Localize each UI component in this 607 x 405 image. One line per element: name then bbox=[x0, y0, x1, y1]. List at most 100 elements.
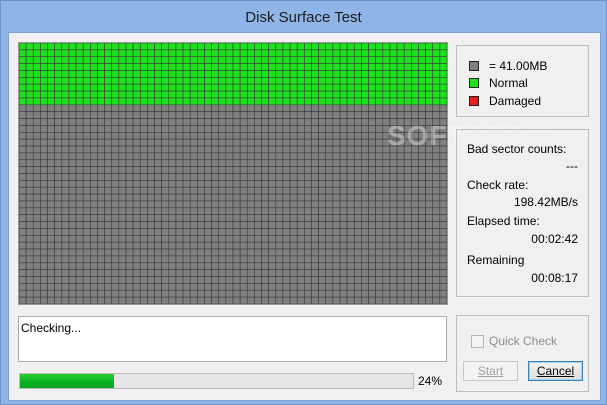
normal-block bbox=[61, 49, 70, 58]
cancel-button[interactable]: Cancel bbox=[528, 361, 583, 381]
unchecked-block bbox=[332, 241, 341, 250]
normal-block bbox=[289, 70, 298, 78]
unchecked-block bbox=[254, 200, 262, 209]
unchecked-block bbox=[19, 221, 27, 229]
unchecked-block bbox=[204, 296, 212, 304]
normal-block bbox=[325, 49, 334, 58]
normal-block bbox=[439, 43, 447, 51]
unchecked-block bbox=[361, 152, 369, 161]
unchecked-block bbox=[254, 262, 262, 270]
unchecked-block bbox=[311, 248, 319, 257]
normal-block bbox=[382, 70, 391, 78]
unchecked-block bbox=[411, 186, 419, 195]
normal-block bbox=[239, 83, 248, 92]
unchecked-block bbox=[439, 159, 447, 167]
unchecked-block bbox=[411, 269, 419, 277]
unchecked-block bbox=[32, 118, 41, 126]
unchecked-block bbox=[147, 173, 155, 181]
unchecked-block bbox=[275, 207, 284, 216]
normal-block bbox=[382, 90, 391, 99]
unchecked-block bbox=[75, 166, 84, 174]
unchecked-block bbox=[232, 228, 241, 236]
normal-block bbox=[375, 43, 384, 51]
unchecked-block bbox=[139, 241, 148, 250]
normal-block bbox=[361, 43, 369, 51]
normal-block bbox=[19, 97, 27, 106]
unchecked-block bbox=[225, 221, 234, 229]
unchecked-block bbox=[304, 276, 312, 284]
unchecked-block bbox=[439, 235, 447, 243]
unchecked-block bbox=[268, 283, 277, 291]
quick-check-option[interactable]: Quick Check bbox=[471, 334, 557, 348]
quick-check-checkbox[interactable] bbox=[471, 334, 484, 348]
unchecked-block bbox=[318, 104, 327, 112]
unchecked-block bbox=[346, 173, 355, 181]
unchecked-block bbox=[118, 228, 127, 236]
unchecked-block bbox=[232, 248, 241, 257]
normal-block bbox=[268, 90, 277, 99]
unchecked-block bbox=[61, 248, 70, 257]
unchecked-block bbox=[40, 207, 48, 216]
unchecked-block bbox=[68, 152, 77, 161]
unchecked-block bbox=[339, 248, 348, 257]
unchecked-block bbox=[254, 173, 262, 181]
unchecked-block bbox=[218, 138, 227, 147]
unchecked-block bbox=[139, 207, 148, 216]
unchecked-block bbox=[125, 269, 134, 277]
unchecked-block bbox=[289, 248, 298, 257]
unchecked-block bbox=[275, 235, 284, 243]
normal-block bbox=[254, 77, 262, 85]
normal-block bbox=[19, 56, 27, 64]
normal-block bbox=[439, 90, 447, 99]
unchecked-block bbox=[411, 104, 419, 112]
unchecked-block bbox=[296, 269, 305, 277]
unchecked-block bbox=[111, 248, 120, 257]
unchecked-block bbox=[289, 125, 298, 133]
unchecked-block bbox=[396, 166, 405, 174]
unchecked-block bbox=[382, 173, 391, 181]
unchecked-block bbox=[339, 262, 348, 270]
unchecked-block bbox=[218, 296, 227, 304]
unchecked-block bbox=[75, 145, 84, 154]
unchecked-block bbox=[25, 255, 34, 264]
unchecked-block bbox=[154, 221, 162, 229]
unchecked-block bbox=[218, 152, 227, 161]
unchecked-block bbox=[82, 173, 91, 181]
unchecked-block bbox=[432, 159, 441, 167]
unchecked-block bbox=[432, 125, 441, 133]
start-button[interactable]: Start bbox=[463, 361, 518, 381]
unchecked-block bbox=[261, 296, 269, 304]
unchecked-block bbox=[68, 111, 77, 119]
normal-block bbox=[353, 77, 362, 85]
unchecked-block bbox=[282, 138, 291, 147]
unchecked-block bbox=[147, 180, 155, 188]
unchecked-block bbox=[304, 207, 312, 216]
title-bar[interactable]: Disk Surface Test bbox=[1, 1, 606, 33]
normal-block bbox=[275, 49, 284, 58]
unchecked-block bbox=[432, 152, 441, 161]
unchecked-block bbox=[282, 131, 291, 140]
status-log[interactable]: Checking... bbox=[18, 316, 447, 362]
unchecked-block bbox=[147, 235, 155, 243]
unchecked-block bbox=[382, 193, 391, 202]
normal-block bbox=[275, 77, 284, 85]
normal-block bbox=[332, 43, 341, 51]
unchecked-block bbox=[232, 262, 241, 270]
unchecked-block bbox=[311, 145, 319, 154]
normal-block bbox=[361, 70, 369, 78]
unchecked-block bbox=[304, 289, 312, 298]
unchecked-block bbox=[225, 118, 234, 126]
unchecked-block bbox=[282, 159, 291, 167]
unchecked-block bbox=[339, 159, 348, 167]
normal-block bbox=[111, 43, 120, 51]
unchecked-block bbox=[403, 186, 412, 195]
unchecked-block bbox=[296, 111, 305, 119]
unchecked-block bbox=[325, 166, 334, 174]
normal-block bbox=[403, 49, 412, 58]
unchecked-block bbox=[353, 118, 362, 126]
unchecked-block bbox=[118, 180, 127, 188]
normal-block bbox=[154, 56, 162, 64]
unchecked-block bbox=[82, 186, 91, 195]
unchecked-block bbox=[411, 207, 419, 216]
unchecked-block bbox=[246, 152, 255, 161]
